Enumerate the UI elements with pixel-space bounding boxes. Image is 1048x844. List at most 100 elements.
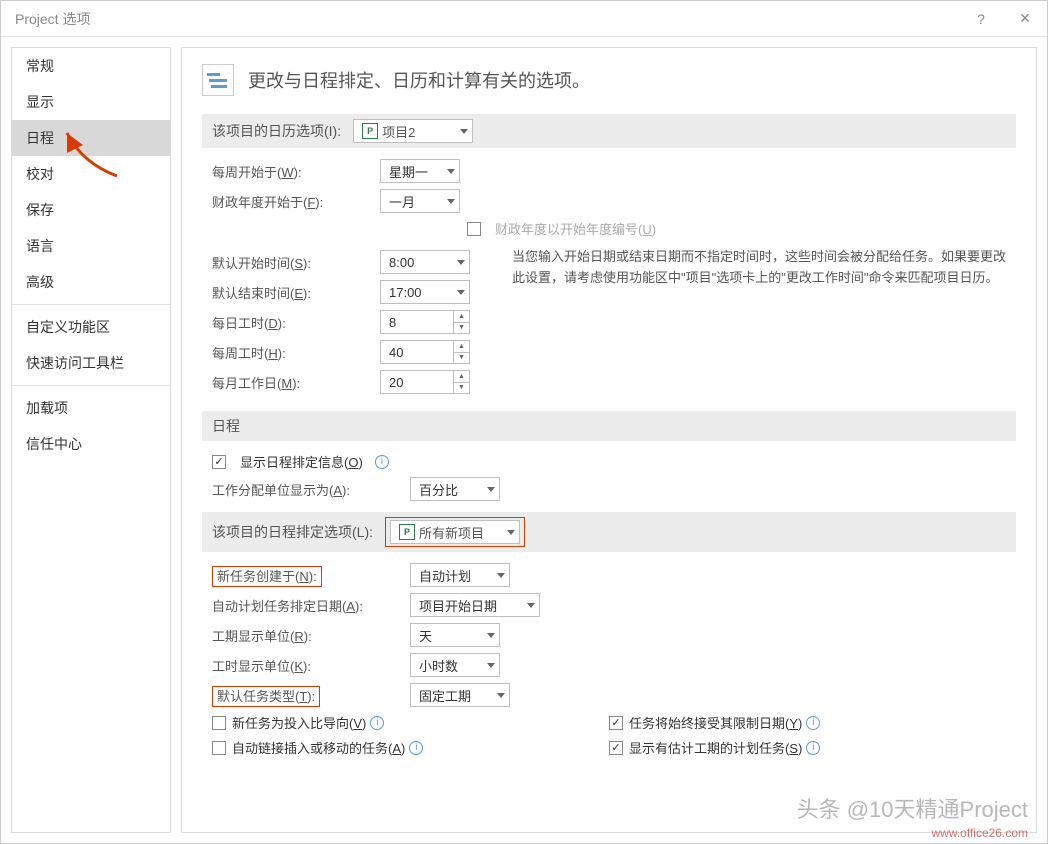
- chevron-down-icon: [497, 573, 505, 578]
- info-icon[interactable]: i: [806, 741, 820, 755]
- effort-driven-label: 新任务为投入比导向(V): [232, 713, 366, 732]
- spin-down-icon[interactable]: ▼: [454, 323, 469, 334]
- task-type-select[interactable]: 固定工期: [410, 683, 510, 707]
- duration-unit-value: 天: [419, 626, 481, 645]
- honor-constraints-checkbox[interactable]: [609, 716, 623, 730]
- fiscal-numbering-checkbox[interactable]: [467, 222, 481, 236]
- close-button[interactable]: ✕: [1003, 1, 1047, 37]
- chevron-down-icon: [487, 663, 495, 668]
- sidebar-item-trust[interactable]: 信任中心: [12, 426, 170, 462]
- hours-day-label: 每日工时(D):: [212, 313, 372, 332]
- chevron-down-icon: [447, 169, 455, 174]
- assignment-units-value: 百分比: [419, 480, 481, 499]
- sidebar-item-qat[interactable]: 快速访问工具栏: [12, 345, 170, 381]
- project-select-value: 项目2: [382, 122, 454, 141]
- autolink-checkbox[interactable]: [212, 741, 226, 755]
- default-start-label: 默认开始时间(S):: [212, 253, 372, 272]
- sidebar: 常规 显示 日程 校对 保存 语言 高级 自定义功能区 快速访问工具栏 加载项 …: [11, 47, 171, 833]
- group-schedule: 日程: [202, 411, 1016, 441]
- hours-day-spinner[interactable]: 8 ▲▼: [380, 310, 470, 334]
- new-tasks-select[interactable]: 自动计划: [410, 563, 510, 587]
- hours-day-value: 8: [381, 311, 453, 333]
- auto-sched-label: 自动计划任务排定日期(A):: [212, 596, 402, 615]
- fiscal-start-value: 一月: [389, 192, 441, 211]
- project-icon: [399, 524, 415, 540]
- hours-week-spinner[interactable]: 40 ▲▼: [380, 340, 470, 364]
- window-title: Project 选项: [15, 9, 959, 29]
- assignment-units-label: 工作分配单位显示为(A):: [212, 480, 402, 499]
- info-icon[interactable]: i: [370, 716, 384, 730]
- chevron-down-icon: [487, 487, 495, 492]
- sidebar-item-proof[interactable]: 校对: [12, 156, 170, 192]
- chevron-down-icon: [447, 199, 455, 204]
- help-button[interactable]: ?: [959, 1, 1003, 37]
- sidebar-item-schedule[interactable]: 日程: [12, 120, 170, 156]
- spin-up-icon[interactable]: ▲: [454, 311, 469, 323]
- work-unit-value: 小时数: [419, 656, 481, 675]
- effort-driven-checkbox[interactable]: [212, 716, 226, 730]
- duration-unit-select[interactable]: 天: [410, 623, 500, 647]
- auto-sched-select[interactable]: 项目开始日期: [410, 593, 540, 617]
- chevron-down-icon: [497, 693, 505, 698]
- sidebar-item-language[interactable]: 语言: [12, 228, 170, 264]
- chevron-down-icon: [460, 129, 468, 134]
- show-estimated-checkbox[interactable]: [609, 741, 623, 755]
- info-icon[interactable]: i: [375, 455, 389, 469]
- spin-up-icon[interactable]: ▲: [454, 341, 469, 353]
- section-header: 更改与日程排定、日历和计算有关的选项。: [202, 54, 1016, 106]
- project-icon: [362, 123, 378, 139]
- project-select[interactable]: 项目2: [353, 119, 473, 143]
- auto-sched-value: 项目开始日期: [419, 596, 521, 615]
- week-start-value: 星期一: [389, 162, 441, 181]
- week-start-select[interactable]: 星期一: [380, 159, 460, 183]
- sidebar-item-general[interactable]: 常规: [12, 48, 170, 84]
- group-label: 该项目的日历选项(I):: [212, 121, 341, 141]
- show-messages-checkbox[interactable]: [212, 455, 226, 469]
- section-title: 更改与日程排定、日历和计算有关的选项。: [248, 67, 590, 93]
- task-type-value: 固定工期: [419, 686, 491, 705]
- days-month-value: 20: [381, 371, 453, 393]
- sidebar-item-advanced[interactable]: 高级: [12, 264, 170, 300]
- calendar-note: 当您输入开始日期或结束日期而不指定时间时，这些时间会被分配给任务。如果要更改此设…: [512, 247, 1006, 289]
- highlight-box: 所有新项目: [385, 517, 525, 547]
- spin-up-icon[interactable]: ▲: [454, 371, 469, 383]
- work-unit-label: 工时显示单位(K):: [212, 656, 402, 675]
- days-month-spinner[interactable]: 20 ▲▼: [380, 370, 470, 394]
- sidebar-item-addins[interactable]: 加载项: [12, 390, 170, 426]
- new-tasks-value: 自动计划: [419, 566, 491, 585]
- sidebar-item-save[interactable]: 保存: [12, 192, 170, 228]
- show-estimated-label: 显示有估计工期的计划任务(S): [629, 738, 802, 757]
- info-icon[interactable]: i: [409, 741, 423, 755]
- fiscal-start-label: 财政年度开始于(F):: [212, 192, 372, 211]
- days-month-label: 每月工作日(M):: [212, 373, 372, 392]
- schedule-project-select[interactable]: 所有新项目: [390, 520, 520, 544]
- assignment-units-select[interactable]: 百分比: [410, 477, 500, 501]
- fiscal-start-select[interactable]: 一月: [380, 189, 460, 213]
- default-start-value: 8:00: [389, 255, 451, 270]
- chevron-down-icon: [487, 633, 495, 638]
- work-unit-select[interactable]: 小时数: [410, 653, 500, 677]
- week-start-label: 每周开始于(W):: [212, 162, 372, 181]
- content-pane: 更改与日程排定、日历和计算有关的选项。 该项目的日历选项(I): 项目2 每周开…: [181, 47, 1037, 833]
- spin-down-icon[interactable]: ▼: [454, 353, 469, 364]
- spin-down-icon[interactable]: ▼: [454, 383, 469, 394]
- default-end-value: 17:00: [389, 285, 451, 300]
- schedule-project-value: 所有新项目: [419, 523, 501, 542]
- sidebar-separator: [12, 304, 170, 305]
- sidebar-item-display[interactable]: 显示: [12, 84, 170, 120]
- chevron-down-icon: [527, 603, 535, 608]
- sidebar-separator: [12, 385, 170, 386]
- sidebar-item-ribbon[interactable]: 自定义功能区: [12, 309, 170, 345]
- default-end-select[interactable]: 17:00: [380, 280, 470, 304]
- chevron-down-icon: [507, 530, 515, 535]
- titlebar: Project 选项 ? ✕: [1, 1, 1047, 37]
- new-tasks-label: 新任务创建于(N):: [212, 566, 402, 585]
- fiscal-numbering-label: 财政年度以开始年度编号(U): [495, 219, 656, 238]
- duration-unit-label: 工期显示单位(R):: [212, 626, 402, 645]
- gantt-icon: [202, 64, 234, 96]
- info-icon[interactable]: i: [806, 716, 820, 730]
- group-label: 日程: [212, 416, 240, 436]
- default-start-select[interactable]: 8:00: [380, 250, 470, 274]
- group-scheduling-options: 该项目的日程排定选项(L): 所有新项目: [202, 512, 1016, 552]
- hours-week-label: 每周工时(H):: [212, 343, 372, 362]
